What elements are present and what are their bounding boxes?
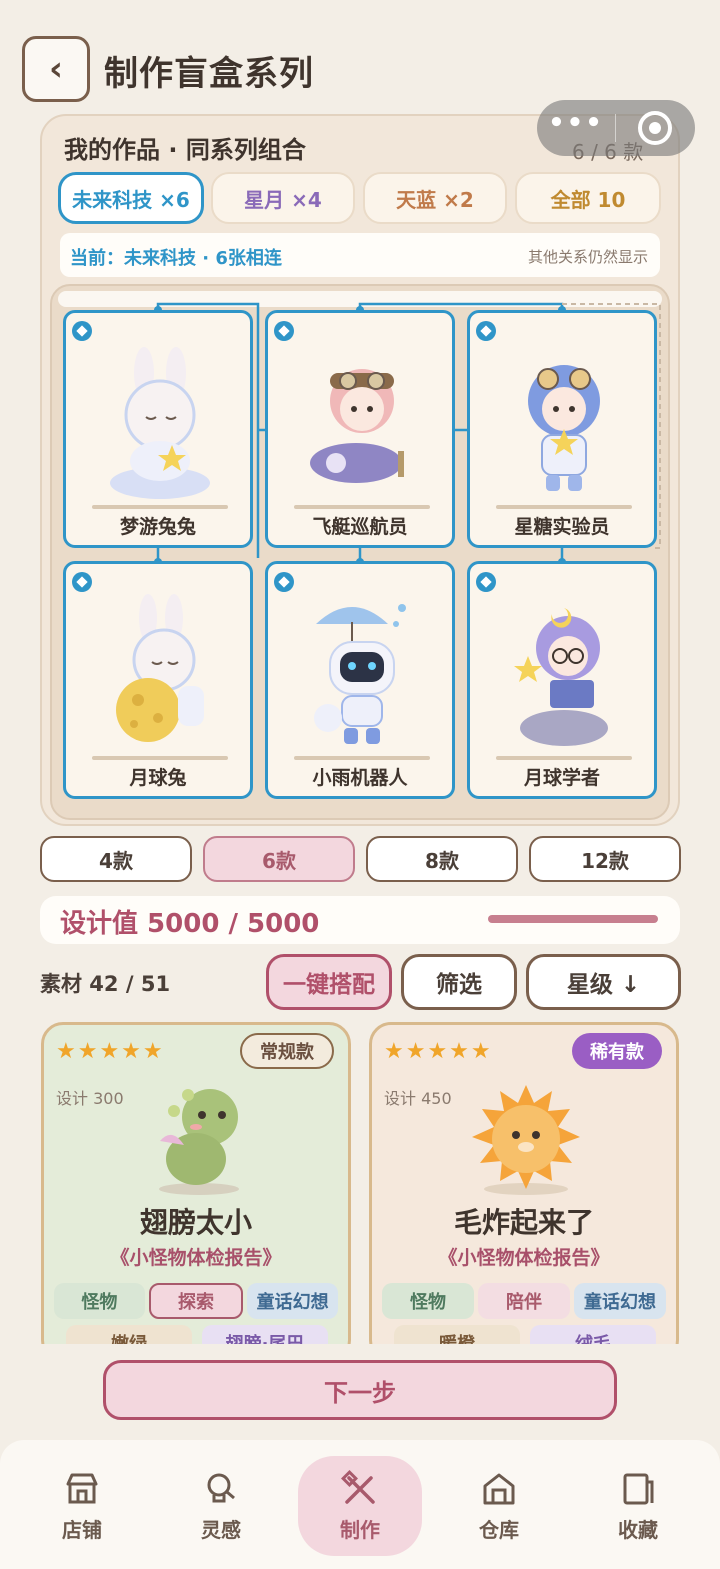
series-card[interactable]: 月球学者: [467, 561, 657, 799]
moon-scholar-figure: [514, 608, 608, 746]
warehouse-icon: [483, 1473, 515, 1504]
tag: 陪伴: [478, 1283, 570, 1319]
auto-match-button[interactable]: 一键搭配: [266, 954, 392, 1010]
count-option-6[interactable]: 6款: [203, 836, 355, 882]
tab-collection[interactable]: 收藏: [576, 1456, 700, 1556]
card-shelf: [294, 505, 430, 509]
diamond-icon: [274, 321, 294, 341]
card-label: 小雨机器人: [312, 767, 408, 789]
tab-make[interactable]: 制作: [298, 1456, 422, 1556]
tag: 怪物: [382, 1283, 474, 1319]
material-count: 素材 42 / 51: [40, 972, 171, 996]
collection-icon: [623, 1473, 654, 1504]
tab-store[interactable]: 店铺: [20, 1456, 144, 1556]
lightbulb-icon: [207, 1473, 235, 1502]
count-option-4[interactable]: 4款: [40, 836, 192, 882]
card-label: 月球兔: [129, 767, 187, 789]
design-value: 设计 450: [384, 1089, 452, 1108]
card-label: 梦游兔兔: [119, 516, 196, 538]
series-card[interactable]: 飞艇巡航员: [265, 310, 455, 548]
rarity-badge: 稀有款: [572, 1033, 662, 1069]
diamond-icon: [476, 321, 496, 341]
design-value: 设计 300: [56, 1089, 124, 1108]
fluffy-monster-figure: [472, 1085, 580, 1195]
tag: 怪物: [54, 1283, 145, 1319]
diamond-icon: [72, 321, 92, 341]
design-progress: [488, 915, 658, 923]
tab-inspiration[interactable]: 灵感: [159, 1456, 283, 1556]
material-series: 《小怪物体检报告》: [110, 1247, 282, 1269]
tab-label: 制作: [340, 1517, 380, 1542]
card-label: 飞艇巡航员: [312, 516, 408, 538]
material-name: 翅膀太小: [139, 1206, 252, 1239]
tag: 童话幻想: [247, 1283, 339, 1319]
tab-label: 灵感: [201, 1517, 241, 1542]
sort-star-button[interactable]: 星级 ↓: [526, 954, 681, 1010]
tab-label: 店铺: [62, 1517, 102, 1542]
tag-selected[interactable]: 探索: [148, 1283, 244, 1319]
material-card[interactable]: ★★★★★ 常规款 设计 300 翅膀太小 《小怪物体检报告》 怪物 探索 童话…: [41, 1022, 351, 1362]
count-option-8[interactable]: 8款: [366, 836, 518, 882]
card-label: 月球学者: [523, 767, 600, 789]
material-series: 《小怪物体检报告》: [438, 1247, 610, 1269]
series-card[interactable]: 月球兔: [63, 561, 253, 799]
card-shelf: [496, 505, 632, 509]
tab-label: 仓库: [479, 1517, 519, 1542]
card-shelf: [294, 756, 430, 760]
card-shelf: [496, 756, 632, 760]
diamond-icon: [476, 572, 496, 592]
rain-robot-figure: [314, 604, 406, 744]
material-card[interactable]: ★★★★★ 稀有款 设计 450 毛炸起来了 《小怪物体检报告》 怪物 陪伴 童…: [369, 1022, 679, 1362]
count-option-12[interactable]: 12款: [529, 836, 681, 882]
store-icon: [66, 1473, 98, 1503]
filter-button[interactable]: 筛选: [401, 954, 517, 1010]
green-dino-figure: [159, 1089, 239, 1195]
series-card[interactable]: 星糖实验员: [467, 310, 657, 548]
star-rating: ★★★★★: [384, 1039, 493, 1064]
card-shelf: [92, 756, 228, 760]
mini-program-capsule: •••: [537, 100, 695, 156]
tools-icon: [341, 1469, 375, 1504]
series-card[interactable]: 小雨机器人: [265, 561, 455, 799]
series-card[interactable]: 梦游兔兔: [63, 310, 253, 548]
card-shelf: [92, 505, 228, 509]
sleeping-bunny-figure: [110, 347, 210, 499]
next-step-button[interactable]: 下一步: [103, 1360, 617, 1420]
close-target-icon[interactable]: [616, 111, 694, 145]
star-rating: ★★★★★: [56, 1039, 165, 1064]
design-value-text: 设计值 5000 / 5000: [60, 909, 320, 939]
diamond-icon: [72, 572, 92, 592]
tab-warehouse[interactable]: 仓库: [437, 1456, 561, 1556]
rarity-badge: 常规款: [240, 1033, 334, 1069]
tag: 童话幻想: [574, 1283, 666, 1319]
star-scientist-figure: [528, 365, 600, 491]
more-icon[interactable]: •••: [537, 110, 615, 136]
tab-label: 收藏: [618, 1517, 658, 1542]
material-name: 毛炸起来了: [453, 1206, 594, 1239]
airship-pilot-figure: [310, 369, 404, 483]
moon-bunny-figure: [116, 594, 204, 742]
card-label: 星糖实验员: [514, 516, 610, 538]
diamond-icon: [274, 572, 294, 592]
